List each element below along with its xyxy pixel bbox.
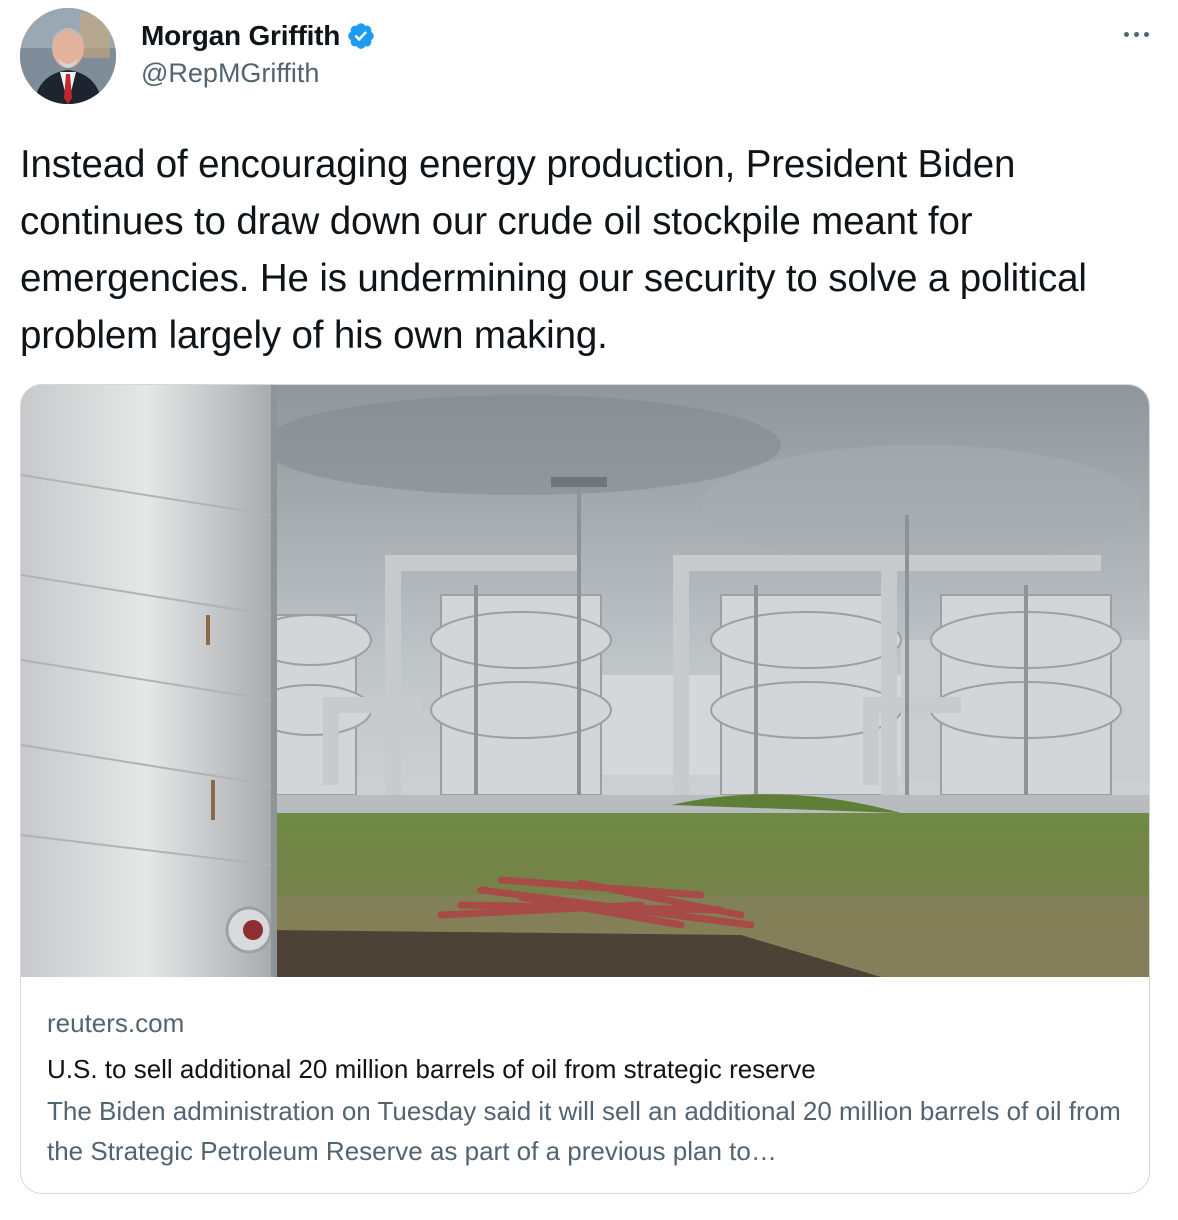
handle[interactable]: @RepMGriffith — [141, 58, 376, 89]
link-card[interactable]: reuters.com U.S. to sell additional 20 m… — [20, 384, 1150, 1194]
verified-badge-icon — [346, 21, 376, 51]
card-description: The Biden administration on Tuesday said… — [47, 1096, 1121, 1166]
more-options-icon[interactable] — [1116, 22, 1156, 46]
card-image[interactable] — [21, 385, 1149, 977]
card-title[interactable]: U.S. to sell additional 20 million barre… — [47, 1051, 1127, 1087]
tweet-header: Morgan Griffith @RepMGriffith — [20, 8, 1158, 108]
tweet-text: Instead of encouraging energy production… — [20, 143, 1087, 357]
author-names: Morgan Griffith @RepMGriffith — [141, 20, 376, 89]
avatar[interactable] — [20, 8, 116, 104]
card-meta: reuters.com U.S. to sell additional 20 m… — [47, 1005, 1127, 1171]
display-name[interactable]: Morgan Griffith — [141, 20, 340, 52]
card-domain: reuters.com — [47, 1008, 185, 1038]
